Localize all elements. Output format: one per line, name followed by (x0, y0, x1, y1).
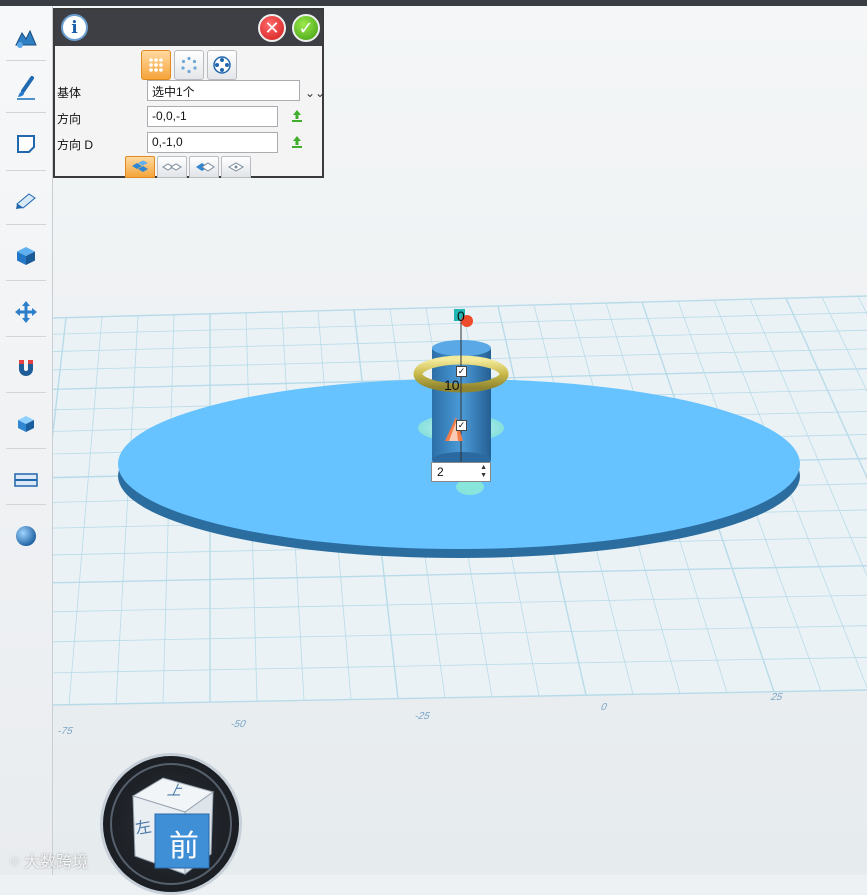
count-value: 2 (437, 465, 444, 479)
watermark-icon: ⌾ (10, 854, 25, 871)
direction-label: 方向 (57, 112, 82, 126)
cube-primitive-icon[interactable] (8, 238, 44, 274)
material-sphere-icon[interactable] (8, 518, 44, 554)
spinner-arrows-icon[interactable]: ▲ ▼ (480, 464, 487, 480)
count-spinner-input[interactable]: 2 ▲ ▼ (431, 462, 491, 482)
measure-icon[interactable] (8, 462, 44, 498)
brush-tool-icon[interactable] (8, 70, 44, 106)
direction-d-field[interactable]: 0,-1,0 (147, 132, 278, 153)
rectangle-tool-icon[interactable] (8, 126, 44, 162)
tab-circular-array[interactable] (207, 50, 237, 80)
toolbar-separator (6, 504, 46, 505)
direction-d-label: 方向 D (57, 138, 94, 152)
move-tool-icon[interactable] (8, 294, 44, 330)
toolbar-separator (6, 112, 46, 113)
height-dimension-label[interactable]: 10 (444, 377, 460, 393)
left-toolbar (0, 6, 53, 875)
tab-pattern-single[interactable] (221, 156, 251, 178)
upper-checkbox[interactable]: ✓ (456, 366, 467, 377)
pick-direction-d-icon[interactable] (290, 135, 304, 149)
toolbar-separator (6, 336, 46, 337)
watermark: ⌾ 大数跨境 (10, 848, 88, 872)
toolbar-separator (6, 60, 46, 61)
toolbar-separator (6, 392, 46, 393)
cancel-icon[interactable]: ✕ (258, 14, 286, 42)
watermark-text: 大数跨境 (24, 854, 89, 871)
magnet-icon[interactable] (8, 350, 44, 386)
pick-direction-icon[interactable] (290, 109, 304, 123)
expand-chevron-icon[interactable]: ⌄⌄ (305, 86, 325, 100)
toolbar-separator (6, 448, 46, 449)
panel-header: i ✕ ✓ (55, 10, 322, 46)
top-dimension-label: 0 (457, 308, 465, 324)
base-field[interactable]: 选中1个 (147, 80, 300, 101)
confirm-icon[interactable]: ✓ (292, 14, 320, 42)
combine-icon[interactable] (8, 406, 44, 442)
tab-pattern-row[interactable] (157, 156, 187, 178)
toolbar-separator (6, 280, 46, 281)
edit-tool-icon[interactable] (8, 182, 44, 218)
array-operation-panel: i ✕ ✓ 基体 选中1个 ⌄⌄ 方向 -0,0,-1 方向 D 0,-1,0 (53, 8, 325, 178)
direction-field[interactable]: -0,0,-1 (147, 106, 278, 127)
tab-curve-array[interactable] (174, 50, 204, 80)
toolbar-separator (6, 170, 46, 171)
tab-pattern-grid[interactable] (125, 156, 155, 178)
view-cube-navigator[interactable]: 前 上 左 (100, 753, 242, 895)
lower-checkbox[interactable]: ✓ (456, 420, 467, 431)
toolbar-separator (6, 224, 46, 225)
tab-linear-array[interactable] (141, 50, 171, 80)
base-label: 基体 (57, 86, 82, 100)
front-face-label[interactable]: 前 (157, 818, 211, 868)
info-icon[interactable]: i (61, 14, 88, 41)
tab-pattern-diagonal[interactable] (189, 156, 219, 178)
sketch-tool-icon[interactable] (8, 20, 44, 56)
